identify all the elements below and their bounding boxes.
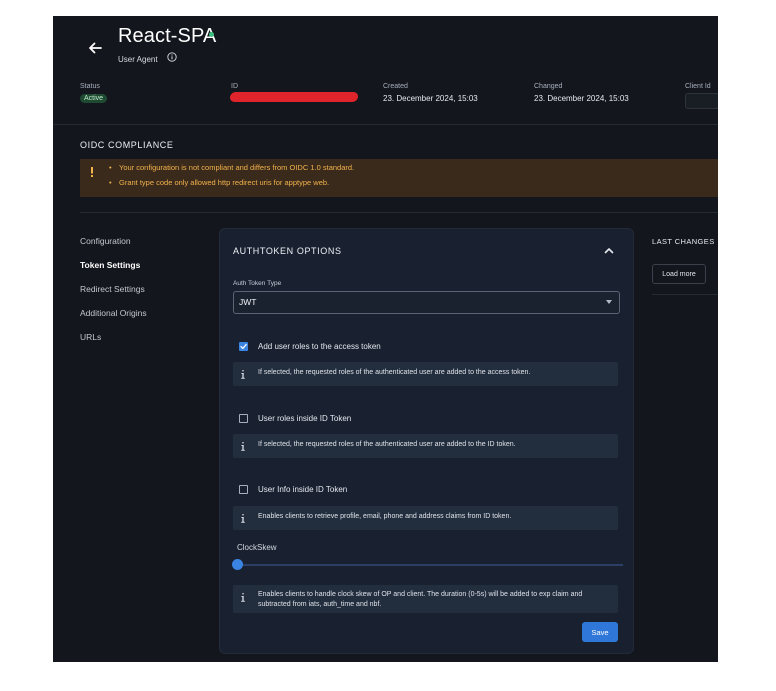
nav-item-redirect-settings[interactable]: Redirect Settings bbox=[80, 284, 145, 294]
clockskew-slider-track[interactable] bbox=[237, 564, 623, 566]
card-title: AUTHTOKEN OPTIONS bbox=[233, 246, 342, 256]
info-i-icon bbox=[241, 514, 245, 523]
caret-down-icon bbox=[606, 300, 612, 304]
hint-text: If selected, the requested roles of the … bbox=[258, 369, 531, 376]
last-changes-title: LAST CHANGES bbox=[652, 237, 715, 246]
app-window: React-SPA User Agent Status Active ID Cr… bbox=[53, 16, 718, 662]
nav-item-additional-origins[interactable]: Additional Origins bbox=[80, 308, 147, 318]
info-i-icon bbox=[241, 370, 245, 379]
hint-text: Enables clients to retrieve profile, ema… bbox=[258, 513, 512, 520]
nav-item-configuration[interactable]: Configuration bbox=[80, 236, 131, 246]
id-token-roles-label: User roles inside ID Token bbox=[258, 414, 352, 423]
chevron-up-icon[interactable] bbox=[604, 247, 614, 254]
save-button[interactable]: Save bbox=[582, 622, 618, 642]
id-token-userinfo-label: User Info inside ID Token bbox=[258, 485, 348, 494]
divider bbox=[652, 294, 718, 295]
clockskew-hint-text: Enables clients to handle clock skew of … bbox=[258, 591, 583, 608]
status-dot bbox=[209, 32, 214, 37]
load-more-button[interactable]: Load more bbox=[652, 264, 706, 284]
clockskew-label: ClockSkew bbox=[237, 543, 277, 552]
page-title: React-SPA bbox=[118, 25, 217, 47]
nav-item-urls[interactable]: URLs bbox=[80, 332, 101, 342]
client-id-label: Client Id bbox=[685, 83, 711, 90]
auth-token-type-select[interactable] bbox=[233, 291, 620, 314]
info-i-icon bbox=[241, 442, 245, 451]
access-token-roles-label: Add user roles to the access token bbox=[258, 342, 381, 351]
redacted-id bbox=[229, 92, 359, 102]
nav-item-token-settings[interactable]: Token Settings bbox=[80, 260, 140, 270]
status-label: Status bbox=[80, 83, 100, 90]
divider bbox=[53, 124, 718, 125]
info-i-icon bbox=[241, 593, 245, 602]
app-type-label: User Agent bbox=[118, 55, 158, 64]
compliance-title: OIDC COMPLIANCE bbox=[80, 140, 174, 150]
hint-text: If selected, the requested roles of the … bbox=[258, 441, 516, 448]
created-label: Created bbox=[383, 83, 408, 90]
id-token-roles-checkbox[interactable] bbox=[239, 414, 248, 423]
client-id-field[interactable]: 2 bbox=[685, 93, 718, 109]
divider bbox=[80, 212, 718, 213]
arrow-left-icon[interactable] bbox=[86, 39, 104, 57]
auth-token-type-value: JWT bbox=[239, 297, 257, 307]
id-label: ID bbox=[231, 83, 238, 90]
id-token-userinfo-checkbox[interactable] bbox=[239, 485, 248, 494]
checkmark-icon bbox=[240, 343, 247, 350]
status-badge: Active bbox=[80, 94, 108, 103]
compliance-warning-list: Your configuration is not compliant and … bbox=[109, 163, 354, 193]
info-circle-icon[interactable] bbox=[167, 52, 177, 62]
warning-item: Grant type code only allowed http redire… bbox=[109, 178, 354, 187]
exclamation-icon bbox=[91, 167, 93, 177]
created-value: 23. December 2024, 15:03 bbox=[383, 94, 478, 103]
access-token-roles-checkbox[interactable] bbox=[239, 342, 248, 351]
changed-value: 23. December 2024, 15:03 bbox=[534, 94, 629, 103]
auth-token-type-label: Auth Token Type bbox=[233, 280, 282, 287]
warning-item: Your configuration is not compliant and … bbox=[109, 163, 354, 172]
changed-label: Changed bbox=[534, 83, 563, 90]
clockskew-slider-thumb[interactable] bbox=[232, 559, 243, 570]
